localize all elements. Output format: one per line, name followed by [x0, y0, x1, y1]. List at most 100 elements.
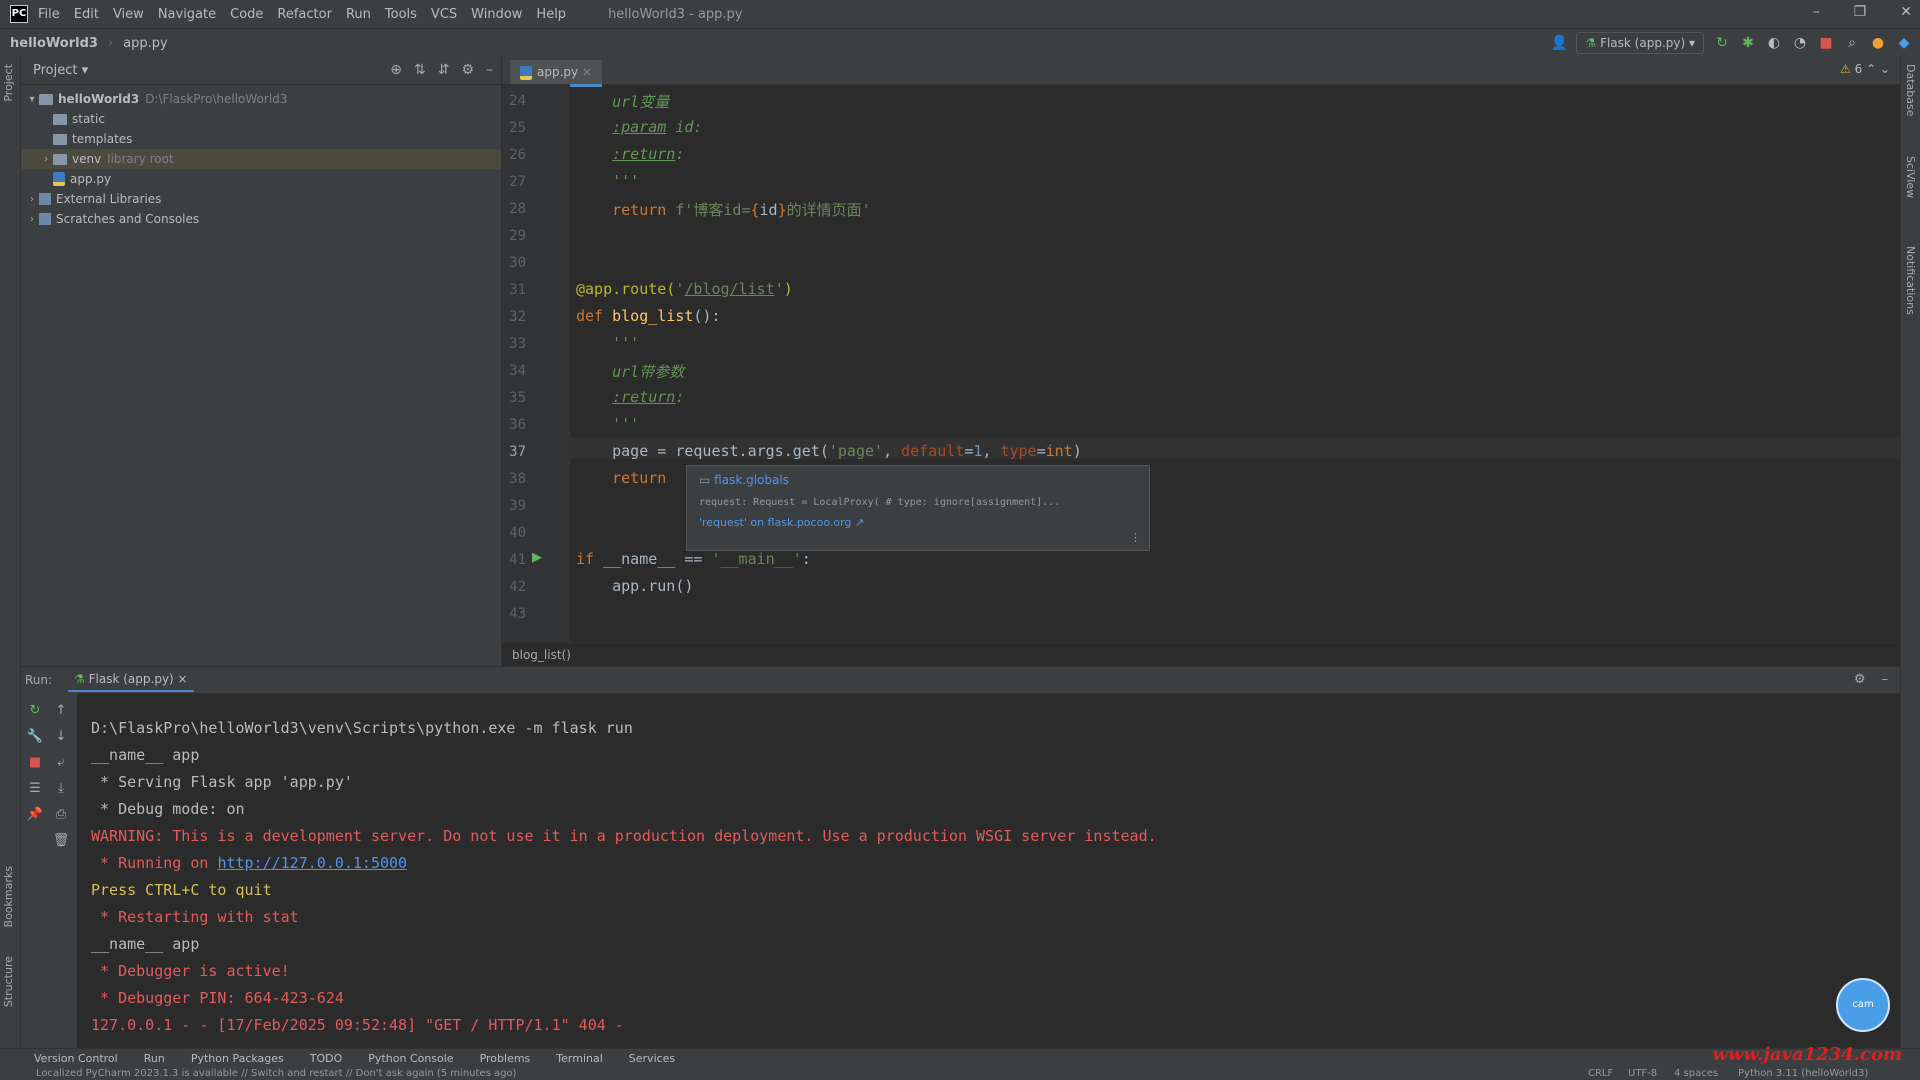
tree-item-external-libraries[interactable]: › External Libraries — [21, 189, 501, 209]
code-line-25[interactable]: :param id: — [576, 118, 702, 136]
tool-todo[interactable]: TODO — [310, 1052, 343, 1065]
status-message[interactable]: Localized PyCharm 2023.1.3 is available … — [36, 1068, 516, 1079]
collapse-all-icon[interactable]: ⇵ — [438, 62, 450, 78]
code-line-36[interactable]: ''' — [576, 415, 639, 433]
inspection-widget[interactable]: ⚠ 6 ⌃ ⌄ — [1840, 62, 1890, 76]
chevron-right-icon[interactable]: › — [25, 214, 39, 225]
gear-icon[interactable]: ⚙ — [461, 62, 474, 78]
plugin-icon[interactable]: ◆ — [1896, 35, 1912, 51]
bookmarks-tool-button[interactable]: Bookmarks — [2, 866, 15, 927]
wrench-icon[interactable]: 🔧 — [25, 729, 45, 744]
code-line-28[interactable]: return f'博客id={id}的详情页面' — [576, 199, 871, 220]
tool-run[interactable]: Run — [144, 1052, 165, 1065]
python-interpreter[interactable]: Python 3.11 (helloWorld3) — [1738, 1068, 1868, 1079]
tool-python-packages[interactable]: Python Packages — [191, 1052, 284, 1065]
rerun-icon[interactable]: ↻ — [1714, 35, 1730, 51]
line-separator[interactable]: CRLF — [1588, 1068, 1613, 1079]
run-config-select[interactable]: ⚗ Flask (app.py) ▾ — [1576, 32, 1704, 54]
popup-module[interactable]: ▭ flask.globals — [699, 473, 1149, 487]
trash-icon[interactable]: 🗑 — [51, 833, 71, 848]
menu-view[interactable]: View — [113, 7, 144, 22]
breadcrumb-file[interactable]: app.py — [123, 36, 168, 51]
tab-app-py[interactable]: app.py × — [510, 60, 603, 87]
tree-item-app-py[interactable]: app.py — [21, 169, 501, 189]
notifications-tool-button[interactable]: Notifications — [1904, 246, 1917, 315]
stop-icon[interactable]: ■ — [25, 755, 45, 770]
code-line-35[interactable]: :return: — [576, 388, 684, 406]
expand-all-icon[interactable]: ⇅ — [414, 62, 426, 78]
chevron-right-icon[interactable]: › — [25, 194, 39, 205]
stop-icon[interactable]: ■ — [1818, 35, 1834, 51]
hide-icon[interactable]: – — [1882, 672, 1889, 687]
hide-icon[interactable]: – — [486, 62, 493, 78]
tool-problems[interactable]: Problems — [480, 1052, 531, 1065]
tool-version-control[interactable]: Version Control — [34, 1052, 118, 1065]
breadcrumb-project[interactable]: helloWorld3 — [10, 36, 98, 51]
minimize-icon[interactable]: – — [1813, 4, 1820, 20]
popup-doc-link[interactable]: 'request' on flask.pocoo.org ↗ — [699, 516, 1149, 529]
menu-file[interactable]: File — [38, 7, 60, 22]
code-line-26[interactable]: :return: — [576, 145, 684, 163]
update-icon[interactable]: ● — [1870, 35, 1886, 51]
code-line-27[interactable]: ''' — [576, 172, 639, 190]
code-line-31[interactable]: @app.route('/blog/list') — [576, 280, 793, 298]
soft-wrap-icon[interactable]: ⤶ — [51, 755, 71, 770]
code-line-24[interactable]: url变量 — [576, 91, 669, 112]
code-line-32[interactable]: def blog_list(): — [576, 307, 721, 325]
pin-icon[interactable]: 📌 — [25, 807, 45, 822]
print-icon[interactable]: ⎙ — [51, 807, 71, 822]
structure-tool-button[interactable]: Structure — [2, 956, 15, 1007]
tool-terminal[interactable]: Terminal — [556, 1052, 603, 1065]
menu-code[interactable]: Code — [230, 7, 263, 22]
code-line-33[interactable]: ''' — [576, 334, 639, 352]
close-tab-icon[interactable]: × — [582, 65, 592, 79]
layout-icon[interactable]: ☰ — [25, 781, 45, 796]
indent-setting[interactable]: 4 spaces — [1674, 1068, 1718, 1079]
menu-edit[interactable]: Edit — [74, 7, 99, 22]
server-url-link[interactable]: http://127.0.0.1:5000 — [217, 854, 407, 872]
user-icon[interactable]: 👤 — [1550, 35, 1567, 51]
tree-item-scratches[interactable]: › Scratches and Consoles — [21, 209, 501, 229]
menu-refactor[interactable]: Refactor — [277, 7, 332, 22]
avatar[interactable]: cam — [1836, 978, 1890, 1032]
chevron-right-icon[interactable]: › — [39, 154, 53, 165]
menu-navigate[interactable]: Navigate — [158, 7, 216, 22]
tree-item-venv[interactable]: › venv library root — [21, 149, 501, 169]
code-line-38[interactable]: return — [576, 469, 666, 487]
coverage-icon[interactable]: ◐ — [1766, 35, 1782, 51]
code-line-42[interactable]: app.run() — [576, 577, 693, 595]
menu-window[interactable]: Window — [471, 7, 522, 22]
menu-vcs[interactable]: VCS — [431, 7, 457, 22]
tool-services[interactable]: Services — [629, 1052, 675, 1065]
restore-icon[interactable]: ❐ — [1854, 4, 1867, 20]
run-gutter-icon[interactable]: ▶ — [532, 550, 542, 565]
run-tab-flask[interactable]: ⚗ Flask (app.py) × — [68, 668, 194, 692]
file-encoding[interactable]: UTF-8 — [1628, 1068, 1657, 1079]
project-view-select[interactable]: Project ▾ — [33, 63, 88, 78]
tool-python-console[interactable]: Python Console — [368, 1052, 453, 1065]
sciview-tool-button[interactable]: SciView — [1904, 156, 1917, 198]
database-tool-button[interactable]: Database — [1904, 64, 1917, 117]
code-line-37[interactable]: page = request.args.get('page', default=… — [576, 442, 1082, 460]
tree-item-templates[interactable]: templates — [21, 129, 501, 149]
debug-icon[interactable]: ✱ — [1740, 35, 1756, 51]
gear-icon[interactable]: ⚙ — [1854, 672, 1866, 687]
code-line-41[interactable]: if __name__ == '__main__': — [576, 550, 811, 568]
code-line-34[interactable]: url带参数 — [576, 361, 684, 382]
scroll-to-end-icon[interactable]: ⤓ — [51, 781, 71, 796]
project-tool-button[interactable]: Project — [2, 64, 15, 102]
search-icon[interactable]: ⌕ — [1844, 35, 1860, 51]
chevron-down-icon[interactable]: ▾ — [25, 94, 39, 105]
menu-help[interactable]: Help — [536, 7, 566, 22]
scroll-up-icon[interactable]: ↑ — [51, 703, 71, 718]
tree-item-static[interactable]: static — [21, 109, 501, 129]
menu-run[interactable]: Run — [346, 7, 371, 22]
tree-item-root[interactable]: ▾ helloWorld3 D:\FlaskPro\helloWorld3 — [21, 89, 501, 109]
menu-tools[interactable]: Tools — [385, 7, 417, 22]
breadcrumb-function[interactable]: blog_list() — [512, 648, 571, 662]
more-icon[interactable]: ⋮ — [1130, 531, 1141, 544]
close-icon[interactable]: ✕ — [1900, 4, 1912, 20]
rerun-icon[interactable]: ↻ — [25, 703, 45, 718]
profile-icon[interactable]: ◔ — [1792, 35, 1808, 51]
scroll-down-icon[interactable]: ↓ — [51, 729, 71, 744]
